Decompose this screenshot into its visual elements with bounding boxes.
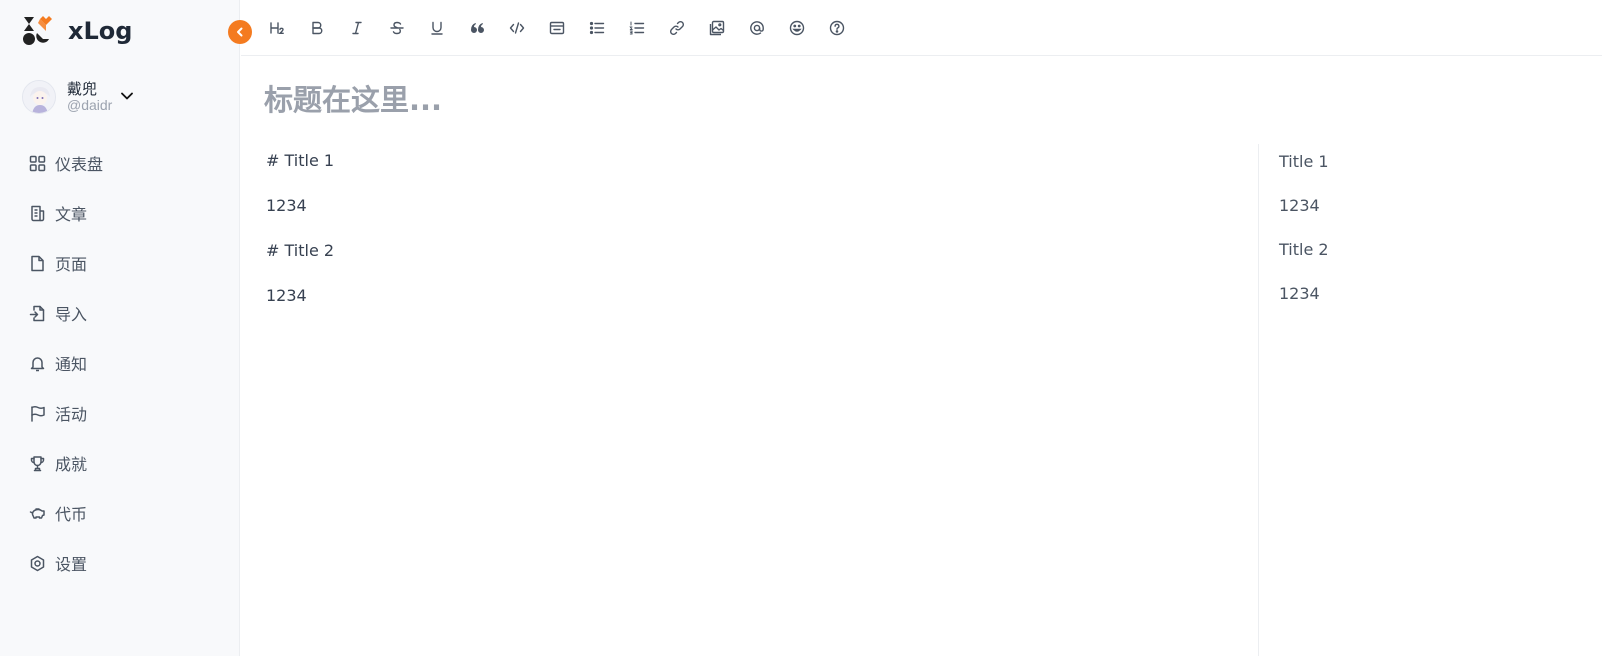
quote-icon[interactable] <box>467 18 487 38</box>
import-icon <box>28 304 46 322</box>
help-icon[interactable] <box>827 18 847 38</box>
heading-icon[interactable] <box>267 18 287 38</box>
settings-icon <box>28 554 46 572</box>
brand[interactable]: xLog <box>22 14 132 48</box>
preview-heading: Title 2 <box>1279 240 1329 259</box>
code-block-icon[interactable] <box>547 18 567 38</box>
emoji-icon[interactable] <box>787 18 807 38</box>
sidebar-item-dashboard[interactable]: 仪表盘 <box>0 138 240 188</box>
user-switcher[interactable]: 戴兜 @daidr <box>22 76 134 118</box>
sidebar-item-articles[interactable]: 文章 <box>0 188 240 238</box>
sidebar-item-label: 活动 <box>55 405 88 424</box>
markdown-preview: Title 1 1234 Title 2 1234 <box>1260 144 1602 656</box>
dashboard-icon <box>28 154 46 172</box>
sidebar-item-label: 设置 <box>55 555 88 574</box>
strikethrough-icon[interactable] <box>387 18 407 38</box>
article-icon <box>28 204 46 222</box>
page-icon <box>28 254 46 272</box>
user-display-name: 戴兜 <box>67 80 98 98</box>
piggy-bank-icon <box>28 504 46 522</box>
bell-icon <box>28 354 46 372</box>
underline-icon[interactable] <box>427 18 447 38</box>
sidebar-item-achievements[interactable]: 成就 <box>0 438 240 488</box>
preview-paragraph: 1234 <box>1279 196 1320 215</box>
app-name: xLog <box>68 17 133 45</box>
editor-line: 1234 <box>266 286 307 305</box>
chevron-down-icon[interactable] <box>120 89 134 103</box>
image-icon[interactable] <box>707 18 727 38</box>
flag-icon <box>28 404 46 422</box>
code-icon[interactable] <box>507 18 527 38</box>
italic-icon[interactable] <box>347 18 367 38</box>
preview-heading: Title 1 <box>1279 152 1329 171</box>
xlog-logo-icon <box>22 15 54 47</box>
user-handle: @daidr <box>67 97 113 113</box>
sidebar-item-label: 代币 <box>55 505 88 524</box>
post-title-input[interactable] <box>264 78 1164 122</box>
sidebar-nav: 仪表盘 文章 页面 导入 通知 活动 成就 代币 设置 <box>0 138 240 588</box>
sidebar-item-label: 成就 <box>55 455 88 474</box>
link-icon[interactable] <box>667 18 687 38</box>
unordered-list-icon[interactable] <box>587 18 607 38</box>
sidebar-item-label: 仪表盘 <box>55 155 104 174</box>
sidebar-item-settings[interactable]: 设置 <box>0 538 240 588</box>
sidebar-item-notifications[interactable]: 通知 <box>0 338 240 388</box>
sidebar-item-label: 页面 <box>55 255 88 274</box>
editor-line: # Title 2 <box>266 241 335 260</box>
chevron-left-icon <box>234 26 246 38</box>
sidebar-item-pages[interactable]: 页面 <box>0 238 240 288</box>
ordered-list-icon[interactable] <box>627 18 647 38</box>
markdown-editor[interactable]: # Title 1 1234 # Title 2 1234 <box>241 144 1259 656</box>
sidebar-item-activities[interactable]: 活动 <box>0 388 240 438</box>
editor-line: # Title 1 <box>266 151 335 170</box>
sidebar-item-import[interactable]: 导入 <box>0 288 240 338</box>
avatar <box>22 80 56 114</box>
mention-icon[interactable] <box>747 18 767 38</box>
sidebar: xLog 戴兜 @daidr 仪表盘 文章 页面 导入 通知 活动 成就 代币 … <box>0 0 240 656</box>
sidebar-item-tokens[interactable]: 代币 <box>0 488 240 538</box>
sidebar-item-label: 通知 <box>55 355 88 374</box>
trophy-icon <box>28 454 46 472</box>
preview-paragraph: 1234 <box>1279 284 1320 303</box>
collapse-sidebar-button[interactable] <box>228 20 252 44</box>
sidebar-item-label: 文章 <box>55 205 88 224</box>
editor-toolbar <box>241 0 1602 56</box>
bold-icon[interactable] <box>307 18 327 38</box>
editor-line: 1234 <box>266 196 307 215</box>
sidebar-item-label: 导入 <box>55 305 88 324</box>
